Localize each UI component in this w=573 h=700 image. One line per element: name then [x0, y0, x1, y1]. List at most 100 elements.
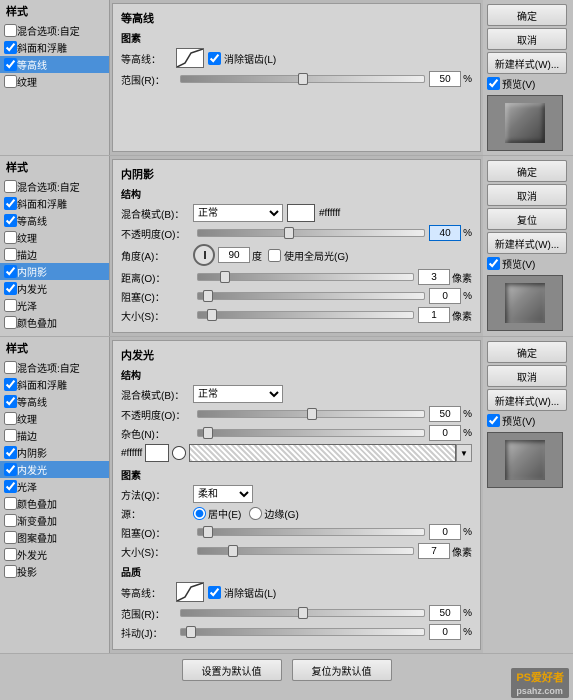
sidebar-3-color-overlay[interactable]: 颜色叠加: [0, 495, 109, 512]
pattern3-chk[interactable]: [4, 531, 17, 544]
gradient-arrow-3[interactable]: ▼: [456, 444, 472, 462]
bevel3-chk[interactable]: [4, 378, 17, 391]
source-center-radio[interactable]: [193, 507, 206, 520]
sidebar-2-inner-shadow[interactable]: 内阴影: [0, 263, 109, 280]
color-box-3[interactable]: [145, 444, 169, 462]
preview-checkbox-3[interactable]: 预览(V): [487, 413, 569, 428]
method-select-3[interactable]: 柔和: [193, 485, 253, 503]
blend-select-3[interactable]: 正常: [193, 385, 283, 403]
sidebar-3-bevel[interactable]: 斜面和浮雕: [0, 376, 109, 393]
sidebar-item-bevel1[interactable]: 斜面和浮雕: [0, 39, 109, 56]
inner-shadow2-chk[interactable]: [4, 265, 17, 278]
sidebar-3-texture[interactable]: 纹理: [0, 410, 109, 427]
texture2-chk[interactable]: [4, 231, 17, 244]
stroke3-chk[interactable]: [4, 429, 17, 442]
contour-checkbox-1[interactable]: [4, 58, 17, 71]
inner-shadow3-chk[interactable]: [4, 446, 17, 459]
satin3-chk[interactable]: [4, 480, 17, 493]
new-style-button-1[interactable]: 新建样式(W)...: [487, 52, 567, 74]
opacity-slider-2[interactable]: [197, 229, 425, 237]
sidebar-2-stroke[interactable]: 描边: [0, 246, 109, 263]
contour-thumb[interactable]: [176, 48, 204, 68]
sidebar-2-color-overlay[interactable]: 颜色叠加: [0, 314, 109, 331]
blend-mode-select-2[interactable]: 正常: [193, 204, 283, 222]
inner-glow3-chk[interactable]: [4, 463, 17, 476]
texture-checkbox-1[interactable]: [4, 75, 17, 88]
sidebar-item-texture1[interactable]: 纹理: [0, 73, 109, 90]
remove-jagged-chk-3[interactable]: [208, 586, 221, 599]
sidebar-3-stroke[interactable]: 描边: [0, 427, 109, 444]
angle-input-2[interactable]: [218, 247, 250, 263]
remove-jagged-checkbox[interactable]: [208, 52, 221, 65]
size-input-3[interactable]: [418, 543, 450, 559]
sidebar-3-outer-glow[interactable]: 外发光: [0, 546, 109, 563]
preview-checkbox-2[interactable]: 预览(V): [487, 256, 569, 271]
sidebar-3-gradient[interactable]: 渐变叠加: [0, 512, 109, 529]
range-slider-1[interactable]: [180, 75, 425, 83]
source-edge-radio[interactable]: [249, 507, 262, 520]
choke-input-2[interactable]: [429, 288, 461, 304]
gradient-swatch-3[interactable]: [189, 444, 456, 462]
choke-slider-2[interactable]: [197, 292, 425, 300]
drop-shadow3-chk[interactable]: [4, 565, 17, 578]
choke-slider-3[interactable]: [197, 528, 425, 536]
preview-checkbox-1[interactable]: 预览(V): [487, 76, 569, 91]
satin2-chk[interactable]: [4, 299, 17, 312]
global-light-label[interactable]: 使用全局光(G): [268, 248, 348, 263]
opacity-input-2[interactable]: [429, 225, 461, 241]
sidebar-2-inner-glow[interactable]: 内发光: [0, 280, 109, 297]
remove-jagged-label-3[interactable]: 消除锯齿(L): [208, 585, 276, 600]
contour3-chk[interactable]: [4, 395, 17, 408]
color-swatch-2[interactable]: [287, 204, 315, 222]
cancel-button-3[interactable]: 取消: [487, 365, 567, 387]
sidebar-2-contour[interactable]: 等高线: [0, 212, 109, 229]
range-input-3[interactable]: [429, 605, 461, 621]
angle-dial-2[interactable]: [193, 244, 215, 266]
ok-button-2[interactable]: 确定: [487, 160, 567, 182]
range-slider-3[interactable]: [180, 609, 425, 617]
outer-glow3-chk[interactable]: [4, 548, 17, 561]
global-light-chk[interactable]: [268, 249, 281, 262]
distance-input-2[interactable]: [418, 269, 450, 285]
source-center-label[interactable]: 居中(E): [193, 506, 241, 521]
contour-thumb-3[interactable]: [176, 582, 204, 602]
inner-glow2-chk[interactable]: [4, 282, 17, 295]
size-slider-3[interactable]: [197, 547, 414, 555]
color-overlay2-chk[interactable]: [4, 316, 17, 329]
size-slider-2[interactable]: [197, 311, 414, 319]
sidebar-3-inner-shadow[interactable]: 内阴影: [0, 444, 109, 461]
cancel-button-1[interactable]: 取消: [487, 28, 567, 50]
source-edge-label[interactable]: 边缘(G): [249, 506, 298, 521]
noise-slider-3[interactable]: [197, 429, 425, 437]
sidebar-2-bevel[interactable]: 斜面和浮雕: [0, 195, 109, 212]
reset-button-2[interactable]: 复位: [487, 208, 567, 230]
blend3-chk[interactable]: [4, 361, 17, 374]
contour2-chk[interactable]: [4, 214, 17, 227]
range-input-1[interactable]: [429, 71, 461, 87]
bevel2-chk[interactable]: [4, 197, 17, 210]
blend2-chk[interactable]: [4, 180, 17, 193]
noise-input-3[interactable]: [429, 425, 461, 441]
sidebar-2-texture[interactable]: 纹理: [0, 229, 109, 246]
stroke2-chk[interactable]: [4, 248, 17, 261]
sidebar-3-blend[interactable]: 混合选项:自定: [0, 359, 109, 376]
sidebar-3-inner-glow[interactable]: 内发光: [0, 461, 109, 478]
blend-checkbox-1[interactable]: [4, 24, 17, 37]
size-input-2[interactable]: [418, 307, 450, 323]
sidebar-2-blend[interactable]: 混合选项:自定: [0, 178, 109, 195]
sidebar-3-contour[interactable]: 等高线: [0, 393, 109, 410]
color-overlay3-chk[interactable]: [4, 497, 17, 510]
cancel-button-2[interactable]: 取消: [487, 184, 567, 206]
distance-slider-2[interactable]: [197, 273, 414, 281]
bevel-checkbox-1[interactable]: [4, 41, 17, 54]
sidebar-3-satin[interactable]: 光泽: [0, 478, 109, 495]
sidebar-item-contour1[interactable]: 等高线: [0, 56, 109, 73]
sidebar-2-satin[interactable]: 光泽: [0, 297, 109, 314]
opacity-input-3[interactable]: [429, 406, 461, 422]
set-default-button[interactable]: 设置为默认值: [182, 659, 282, 681]
jitter-input-3[interactable]: [429, 624, 461, 640]
gradient3-chk[interactable]: [4, 514, 17, 527]
ok-button-3[interactable]: 确定: [487, 341, 567, 363]
opacity-slider-3[interactable]: [197, 410, 425, 418]
texture3-chk[interactable]: [4, 412, 17, 425]
